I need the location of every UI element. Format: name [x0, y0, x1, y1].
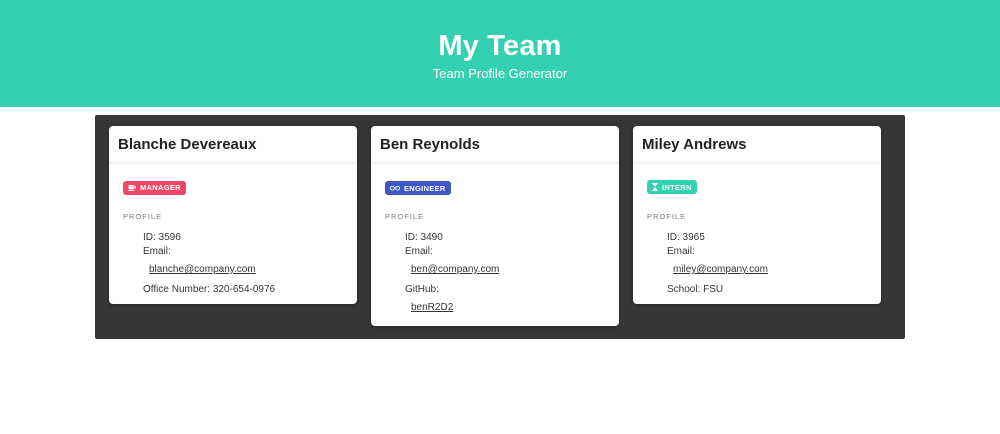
hourglass-icon: [652, 183, 658, 191]
email-link[interactable]: miley@company.com: [673, 263, 881, 277]
role-label: INTERN: [662, 182, 692, 192]
profile-label: PROFILE: [647, 212, 687, 221]
employee-id: ID: 3490: [405, 232, 443, 243]
office-number: Office Number: 320-654-0976: [143, 284, 276, 295]
page-title: My Team: [438, 30, 562, 62]
email-label: Email:: [405, 246, 433, 257]
employee-id: ID: 3596: [143, 232, 181, 243]
employee-info: ID: 3965 Email: miley@company.com School…: [647, 231, 881, 297]
glasses-icon: [390, 185, 400, 191]
email-label: Email:: [143, 246, 171, 257]
team-board: Blanche Devereaux MANAGER PROFILE ID: 35…: [95, 115, 905, 339]
email-link[interactable]: blanche@company.com: [149, 263, 357, 277]
employee-info: ID: 3596 Email: blanche@company.com Offi…: [123, 231, 357, 297]
role-tag-engineer: ENGINEER: [385, 181, 451, 195]
employee-id: ID: 3965: [667, 232, 705, 243]
employee-card-manager: Blanche Devereaux MANAGER PROFILE ID: 35…: [109, 126, 357, 304]
school: School: FSU: [667, 284, 724, 295]
github-label: GitHub:: [405, 284, 439, 295]
employee-name: Miley Andrews: [633, 126, 881, 163]
profile-label: PROFILE: [385, 212, 425, 221]
email-link[interactable]: ben@company.com: [411, 263, 619, 277]
page-header: My Team Team Profile Generator: [0, 0, 1000, 107]
employee-card-engineer: Ben Reynolds ENGINEER PROFILE ID: 3490 E…: [371, 126, 619, 326]
role-label: MANAGER: [140, 183, 181, 192]
profile-label: PROFILE: [123, 212, 163, 221]
employee-name: Ben Reynolds: [371, 126, 619, 163]
employee-name: Blanche Devereaux: [109, 126, 357, 163]
role-tag-manager: MANAGER: [123, 180, 186, 195]
role-tag-intern: INTERN: [647, 180, 697, 194]
employee-card-intern: Miley Andrews INTERN PROFILE ID: 3965 Em…: [633, 126, 881, 304]
page-subtitle: Team Profile Generator: [432, 66, 568, 81]
github-link[interactable]: benR2D2: [411, 301, 619, 315]
coffee-icon: [128, 184, 136, 191]
email-label: Email:: [667, 246, 695, 257]
role-label: ENGINEER: [404, 183, 446, 193]
employee-info: ID: 3490 Email: ben@company.com GitHub: …: [385, 231, 619, 315]
